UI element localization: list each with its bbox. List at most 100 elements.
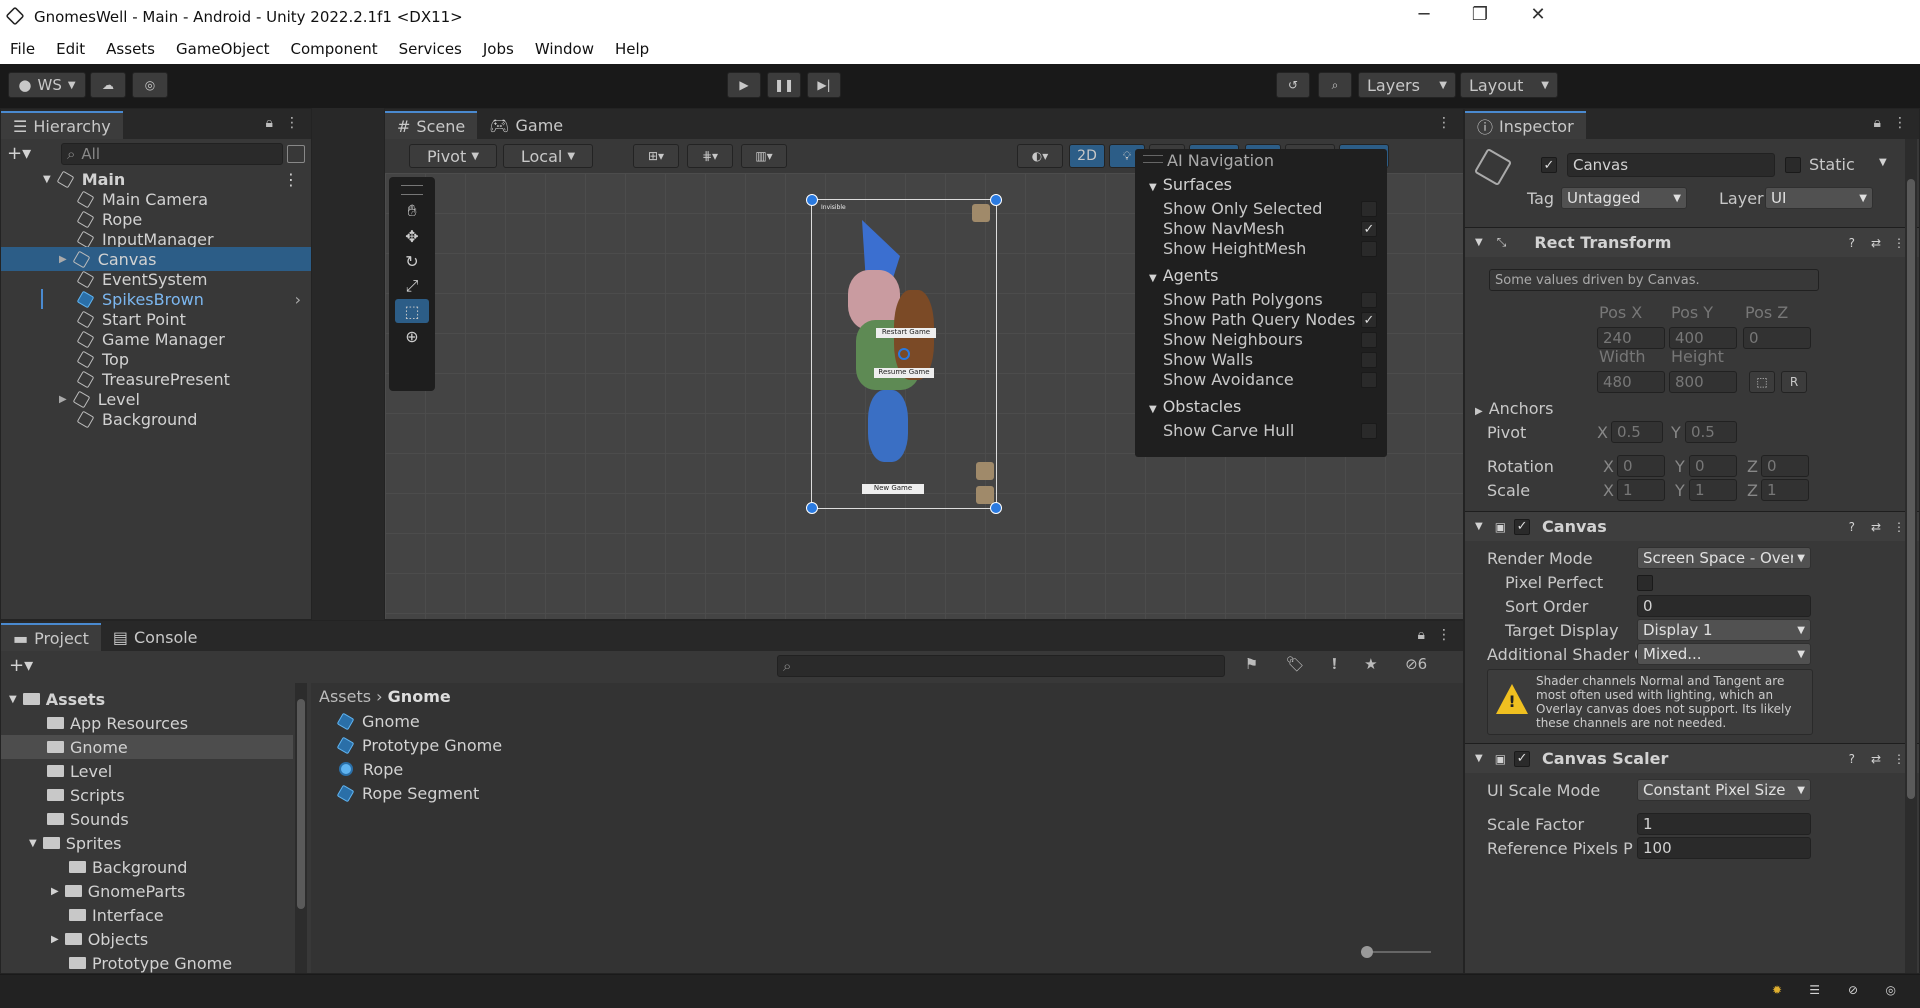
progress-icon[interactable]: ◎: [1886, 983, 1896, 997]
menu-window[interactable]: Window: [535, 40, 594, 58]
anchors-foldout[interactable]: ▶ Anchors: [1475, 399, 1553, 418]
pos-z-field[interactable]: 0: [1743, 327, 1811, 349]
mode-2d-button[interactable]: 2D: [1069, 144, 1105, 168]
rect-transform-header[interactable]: ▼ ⤡ Rect Transform ? ⇄ ⋮: [1465, 227, 1919, 257]
lock-icon[interactable]: 🔒︎: [266, 115, 273, 131]
width-field[interactable]: 480: [1597, 371, 1665, 393]
lock-icon[interactable]: 🔒︎: [1874, 115, 1881, 131]
scale-y-field[interactable]: 1: [1689, 479, 1737, 501]
obstacles-foldout[interactable]: ▼ Obstacles: [1149, 397, 1241, 416]
move-tool-icon[interactable]: ✥: [395, 224, 429, 248]
menu-gameobject[interactable]: GameObject: [176, 40, 270, 58]
pivot-dropdown[interactable]: Pivot ▼: [409, 144, 497, 168]
ui-scale-mode-dropdown[interactable]: Constant Pixel Size ▼: [1637, 779, 1811, 801]
layers-dropdown[interactable]: Layers ▼: [1358, 72, 1456, 98]
nav-toggle-checkbox[interactable]: [1361, 241, 1377, 257]
scale-tool-icon[interactable]: ⤢: [395, 274, 429, 298]
help-icon[interactable]: ?: [1849, 520, 1855, 534]
help-icon[interactable]: ?: [1849, 236, 1855, 250]
canvas-scaler-enabled-checkbox[interactable]: ✓: [1514, 750, 1531, 767]
menu-services[interactable]: Services: [399, 40, 462, 58]
tree-item[interactable]: App Resources: [1, 711, 293, 735]
sort-order-field[interactable]: 0: [1637, 595, 1811, 617]
tree-item-selected[interactable]: Gnome: [1, 735, 293, 759]
asset-item[interactable]: Rope Segment: [311, 781, 1463, 805]
scene-viewport[interactable]: ✋︎ ✥ ↻ ⤢ ⬚ ⊕ Invisible Restart Game Resu…: [385, 149, 1463, 619]
tree-item[interactable]: ▶ Objects: [1, 927, 293, 951]
scale-x-field[interactable]: 1: [1617, 479, 1665, 501]
breadcrumb-assets[interactable]: Assets: [319, 687, 371, 706]
object-name-field[interactable]: Canvas: [1567, 153, 1775, 177]
tree-item[interactable]: Scripts: [1, 783, 293, 807]
cache-server-icon[interactable]: ☰: [1809, 983, 1820, 997]
tab-game[interactable]: 🎮︎ Game: [477, 111, 575, 139]
play-button[interactable]: ▶: [727, 72, 761, 98]
asset-item[interactable]: Gnome: [311, 709, 1463, 733]
nav-toggle-row[interactable]: Show Avoidance: [1163, 370, 1294, 389]
preset-icon[interactable]: ⇄: [1871, 752, 1881, 766]
nav-toggle-checkbox[interactable]: [1361, 332, 1377, 348]
rotation-z-field[interactable]: 0: [1761, 455, 1809, 477]
layer-dropdown[interactable]: UI ▼: [1765, 187, 1873, 209]
shader-channels-dropdown[interactable]: Mixed... ▼: [1637, 643, 1811, 665]
height-field[interactable]: 800: [1669, 371, 1737, 393]
nav-toggle-checkbox[interactable]: [1361, 372, 1377, 388]
grid-snap-button[interactable]: ⊞▾: [633, 144, 679, 168]
collab-icon[interactable]: ◎: [132, 72, 168, 98]
drag-handle[interactable]: [401, 185, 423, 195]
hierarchy-item[interactable]: Background: [1, 407, 311, 431]
nav-toggle-row[interactable]: Show Neighbours: [1163, 330, 1303, 349]
nav-toggle-checkbox[interactable]: ✓: [1361, 221, 1377, 237]
asset-item[interactable]: Prototype Gnome: [311, 733, 1463, 757]
error-filter-icon[interactable]: ❗︎: [1332, 655, 1336, 677]
tree-item[interactable]: Background: [1, 855, 293, 879]
scene-visibility-icon[interactable]: [287, 145, 305, 163]
rect-handle[interactable]: [806, 502, 818, 514]
nav-toggle-row[interactable]: Show Path Query Nodes: [1163, 310, 1355, 329]
label-filter-icon[interactable]: 🏷︎: [1286, 655, 1305, 677]
static-checkbox[interactable]: [1785, 157, 1801, 173]
kebab-menu-icon[interactable]: ⋮: [1893, 236, 1905, 250]
kebab-menu-icon[interactable]: ⋮: [1437, 115, 1451, 131]
pivot-x-field[interactable]: 0.5: [1611, 421, 1663, 443]
kebab-menu-icon[interactable]: ⋮: [1437, 627, 1451, 643]
rotate-tool-icon[interactable]: ↻: [395, 249, 429, 273]
rotation-y-field[interactable]: 0: [1689, 455, 1737, 477]
reference-pixels-field[interactable]: 100: [1637, 837, 1811, 859]
rect-tool-icon[interactable]: ⬚: [395, 299, 429, 323]
rect-handle[interactable]: [990, 194, 1002, 206]
add-object-button[interactable]: +▾: [7, 143, 43, 164]
tree-item[interactable]: ▼ Assets: [1, 687, 293, 711]
tab-inspector[interactable]: ⓘ Inspector: [1465, 111, 1586, 139]
kebab-menu-icon[interactable]: ⋮: [285, 115, 299, 131]
blueprint-mode-button[interactable]: ⬚: [1749, 371, 1775, 393]
bug-icon[interactable]: ✹: [1772, 983, 1782, 997]
type-filter-icon[interactable]: ⚑: [1245, 655, 1258, 677]
slider-thumb[interactable]: [1361, 946, 1373, 958]
nav-toggle-row[interactable]: Show Only Selected: [1163, 199, 1322, 218]
surfaces-foldout[interactable]: ▼ Surfaces: [1149, 175, 1232, 194]
history-icon[interactable]: ↺: [1276, 72, 1310, 98]
scale-z-field[interactable]: 1: [1761, 479, 1809, 501]
tree-item[interactable]: Sounds: [1, 807, 293, 831]
scale-factor-field[interactable]: 1: [1637, 813, 1811, 835]
target-display-dropdown[interactable]: Display 1 ▼: [1637, 619, 1811, 641]
tab-scene[interactable]: # Scene: [385, 111, 478, 139]
tab-hierarchy[interactable]: ☰ Hierarchy: [1, 111, 123, 139]
kebab-menu-icon[interactable]: ⋮: [1893, 520, 1905, 534]
raw-edit-button[interactable]: R: [1781, 371, 1807, 393]
pivot-y-field[interactable]: 0.5: [1685, 421, 1737, 443]
chevron-down-icon[interactable]: ▼: [1879, 157, 1887, 168]
menu-help[interactable]: Help: [615, 40, 649, 58]
canvas-scaler-header[interactable]: ▼ ▣ ✓ Canvas Scaler ? ⇄ ⋮: [1465, 743, 1919, 773]
snap-settings-button[interactable]: ▥▾: [741, 144, 787, 168]
increment-snap-button[interactable]: ⋕▾: [687, 144, 733, 168]
drag-handle[interactable]: [1143, 155, 1163, 163]
active-checkbox[interactable]: ✓: [1541, 157, 1557, 173]
minimize-button[interactable]: ─: [1404, 4, 1444, 25]
kebab-menu-icon[interactable]: ⋮: [283, 170, 299, 189]
pixel-perfect-checkbox[interactable]: [1637, 575, 1653, 591]
chevron-right-icon[interactable]: ›: [295, 290, 301, 309]
tree-item[interactable]: ▶ GnomeParts: [1, 879, 293, 903]
layout-dropdown[interactable]: Layout ▼: [1460, 72, 1558, 98]
